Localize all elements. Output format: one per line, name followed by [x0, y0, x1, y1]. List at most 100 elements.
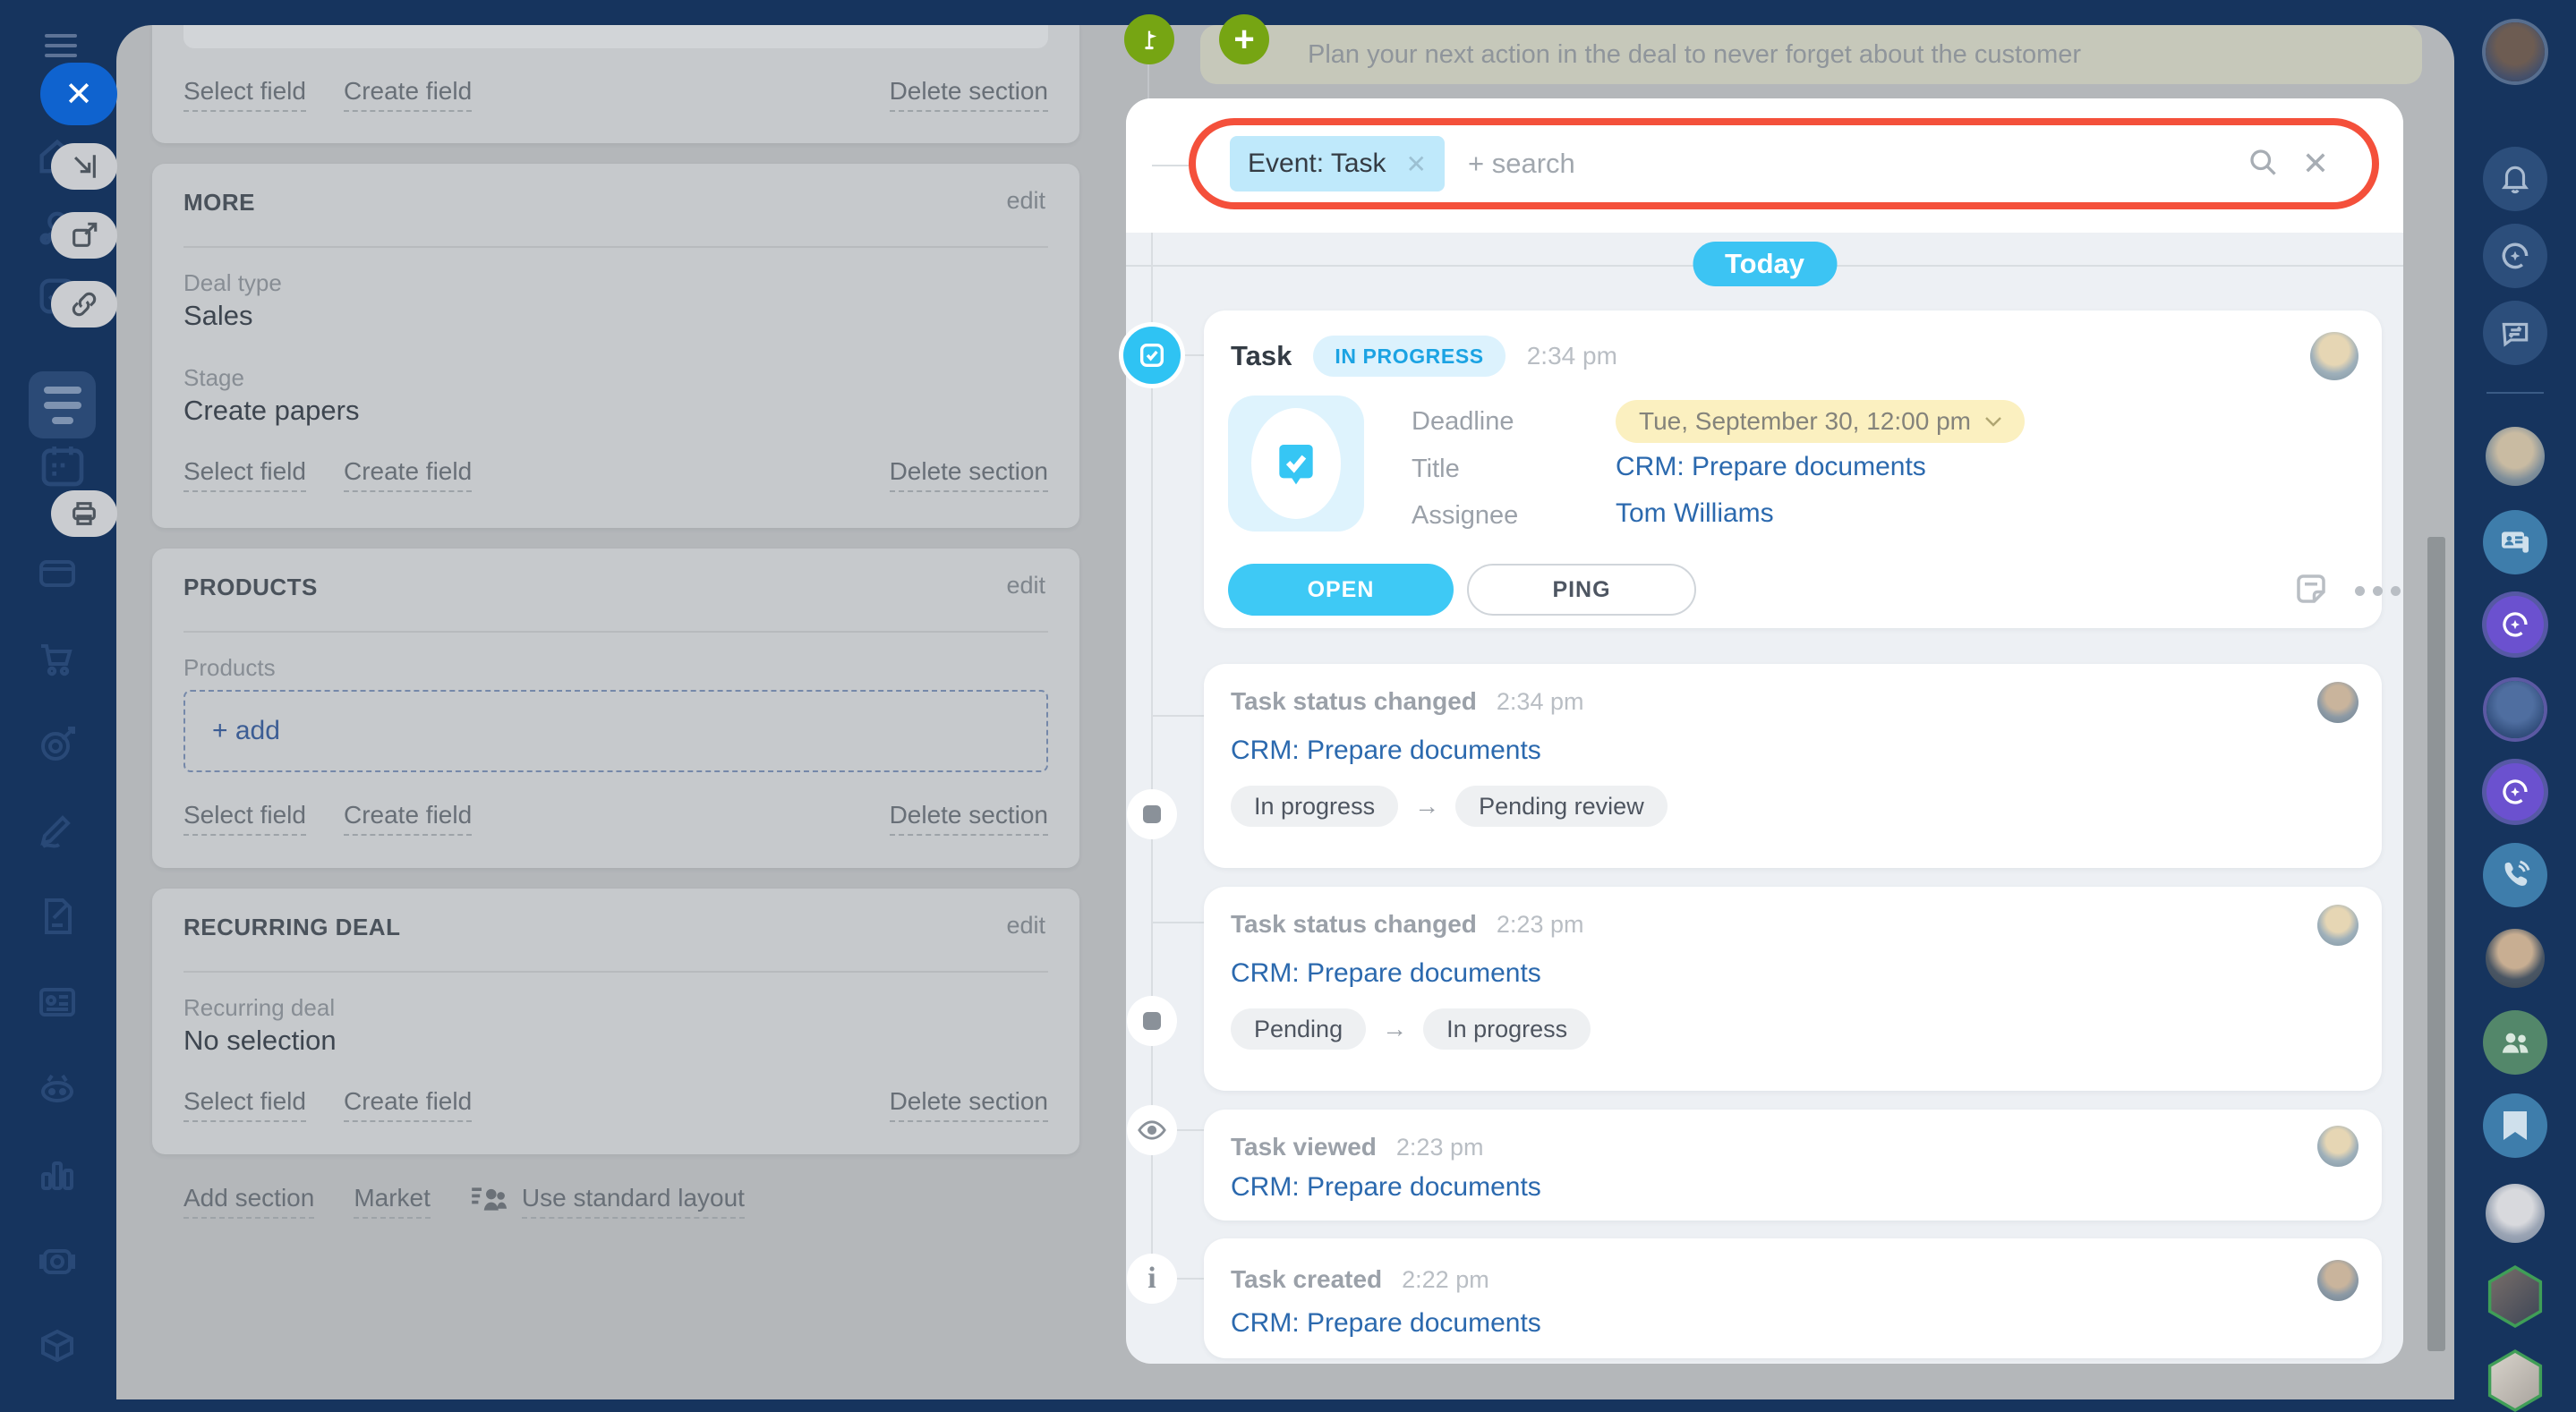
- copilot-chat-icon[interactable]: [2486, 596, 2544, 653]
- avatar[interactable]: [2317, 905, 2358, 946]
- add-activity-button[interactable]: +: [1219, 14, 1269, 64]
- filter-button[interactable]: [29, 371, 96, 438]
- field-value[interactable]: Create papers: [183, 395, 359, 427]
- select-field-link[interactable]: Select field: [183, 457, 306, 492]
- edit-link[interactable]: edit: [1006, 912, 1045, 940]
- hexagon-chat-avatar[interactable]: [2484, 1265, 2546, 1328]
- add-section-link[interactable]: Add section: [183, 1184, 314, 1219]
- task-card: Task IN PROGRESS 2:34 pm Deadline Tue, S…: [1204, 310, 2382, 628]
- edit-link[interactable]: edit: [1006, 187, 1045, 215]
- chip-remove-icon[interactable]: ✕: [1406, 149, 1427, 179]
- select-field-link[interactable]: Select field: [183, 801, 306, 836]
- close-button[interactable]: ✕: [40, 63, 117, 125]
- camera-icon: [36, 1238, 79, 1286]
- create-field-link[interactable]: Create field: [344, 1087, 472, 1122]
- package-icon: [36, 1324, 79, 1372]
- field-value[interactable]: No selection: [183, 1025, 337, 1057]
- event-time: 2:23 pm: [1497, 911, 1584, 939]
- form-section-card-partial: Select field Create field Delete section: [152, 25, 1079, 143]
- avatar[interactable]: [2317, 682, 2358, 723]
- market-link[interactable]: Market: [354, 1184, 431, 1219]
- profile-avatar[interactable]: [2486, 22, 2545, 81]
- copilot-chat-icon[interactable]: [2486, 763, 2544, 821]
- field-label: Deadline: [1412, 407, 1514, 437]
- field-label: Products: [183, 654, 276, 682]
- avatar[interactable]: [2310, 332, 2358, 380]
- more-actions-icon[interactable]: [2355, 586, 2401, 596]
- collapse-button[interactable]: [51, 143, 117, 190]
- chat-avatar[interactable]: [2486, 427, 2545, 486]
- create-field-link[interactable]: Create field: [344, 457, 472, 492]
- notifications-bell-icon[interactable]: [2483, 147, 2547, 211]
- group-chat-icon[interactable]: [2483, 1010, 2547, 1075]
- viewed-eye-icon: [1127, 1105, 1177, 1155]
- filter-chip-label: Event: Task: [1248, 149, 1386, 179]
- event-time: 2:34 pm: [1527, 342, 1617, 370]
- search-icon[interactable]: [2247, 146, 2279, 183]
- task-link[interactable]: CRM: Prepare documents: [1231, 1172, 1541, 1203]
- select-field-link[interactable]: Select field: [183, 77, 306, 112]
- task-link[interactable]: CRM: Prepare documents: [1231, 1308, 1541, 1339]
- contact-card-icon[interactable]: [2483, 510, 2547, 574]
- section-links-row: Select field Create field Delete section: [183, 801, 1048, 836]
- open-button[interactable]: OPEN: [1228, 564, 1454, 616]
- delete-section-link[interactable]: Delete section: [890, 1087, 1048, 1122]
- assignee-link[interactable]: Tom Williams: [1616, 498, 1774, 529]
- select-field-link[interactable]: Select field: [183, 1087, 306, 1122]
- delete-section-link[interactable]: Delete section: [890, 801, 1048, 836]
- edit-link[interactable]: edit: [1006, 572, 1045, 600]
- chat-avatar[interactable]: [2486, 1184, 2545, 1243]
- bookmark-channel-icon[interactable]: [2483, 1093, 2547, 1158]
- add-product-link[interactable]: + add: [212, 716, 280, 746]
- create-field-link[interactable]: Create field: [344, 801, 472, 836]
- status-badge: IN PROGRESS: [1313, 336, 1505, 377]
- ping-button[interactable]: PING: [1467, 564, 1696, 616]
- avatar[interactable]: [2317, 1126, 2358, 1167]
- hexagon-chat-avatar[interactable]: [2484, 1349, 2546, 1412]
- task-title-link[interactable]: CRM: Prepare documents: [1616, 452, 1926, 482]
- clear-search-icon[interactable]: ✕: [2302, 148, 2329, 180]
- field-input[interactable]: [183, 25, 1048, 48]
- section-links-row: Select field Create field Delete section: [183, 77, 1048, 112]
- status-to: Pending review: [1455, 786, 1668, 827]
- section-links-row: Select field Create field Delete section: [183, 1087, 1048, 1122]
- divider: [183, 971, 1048, 973]
- sign-icon: [36, 809, 79, 856]
- print-button[interactable]: [51, 490, 117, 537]
- add-product-box[interactable]: + add: [183, 690, 1048, 772]
- section-products: PRODUCTS edit Products + add Select fiel…: [152, 549, 1079, 868]
- field-label: Stage: [183, 364, 244, 392]
- avatar[interactable]: [2317, 1260, 2358, 1301]
- open-in-new-button[interactable]: [51, 212, 117, 259]
- event-time: 2:22 pm: [1402, 1266, 1489, 1294]
- event-title: Task created: [1231, 1265, 1382, 1294]
- chat-avatar[interactable]: [2486, 681, 2544, 738]
- delete-section-link[interactable]: Delete section: [890, 77, 1048, 112]
- filter-chip[interactable]: Event: Task ✕: [1230, 136, 1445, 191]
- event-title: Task viewed: [1231, 1133, 1377, 1161]
- deadline-value[interactable]: Tue, September 30, 12:00 pm: [1616, 400, 2025, 443]
- scrollbar-thumb[interactable]: [2427, 537, 2445, 1351]
- copy-link-button[interactable]: [51, 281, 117, 327]
- field-value[interactable]: Sales: [183, 300, 253, 332]
- rail-connector: [1153, 715, 1205, 717]
- create-field-link[interactable]: Create field: [344, 77, 472, 112]
- task-link[interactable]: CRM: Prepare documents: [1231, 958, 1541, 989]
- search-placeholder[interactable]: + search: [1468, 148, 1575, 180]
- chat-transfer-icon[interactable]: [2483, 301, 2547, 365]
- copilot-icon[interactable]: [2483, 224, 2547, 288]
- use-standard-layout-link[interactable]: Use standard layout: [522, 1184, 745, 1219]
- event-title: Task status changed: [1231, 687, 1477, 716]
- menu-icon[interactable]: [45, 34, 77, 57]
- task-type-label: Task: [1231, 340, 1292, 372]
- form-footer: Add section Market Use standard layout: [183, 1183, 745, 1220]
- assistant-bot-icon: [36, 1067, 79, 1114]
- chat-avatar[interactable]: [2486, 929, 2545, 988]
- delete-section-link[interactable]: Delete section: [890, 457, 1048, 492]
- phone-call-icon[interactable]: [2483, 843, 2547, 907]
- section-links-row: Select field Create field Delete section: [183, 457, 1048, 492]
- status-from: Pending: [1231, 1008, 1366, 1050]
- wallet-icon: [36, 551, 79, 599]
- note-icon[interactable]: [2292, 570, 2330, 612]
- task-link[interactable]: CRM: Prepare documents: [1231, 736, 1541, 766]
